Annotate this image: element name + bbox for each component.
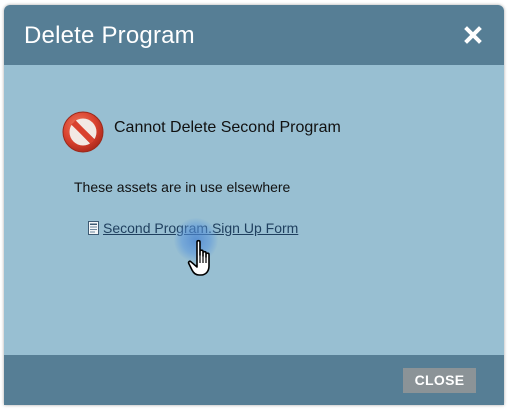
error-heading: Cannot Delete Second Program	[114, 119, 341, 136]
dialog-header: Delete Program	[4, 5, 504, 65]
in-use-message: These assets are in use elsewhere	[74, 179, 291, 195]
dialog-title: Delete Program	[24, 22, 195, 49]
dialog-body: Cannot Delete Second Program These asset…	[4, 65, 504, 355]
dialog-footer: CLOSE	[4, 355, 504, 405]
prohibited-icon	[61, 110, 105, 154]
form-document-icon	[88, 221, 99, 235]
close-x-icon[interactable]	[462, 24, 484, 46]
delete-program-dialog: Delete Program Cannot Delete Second Prog…	[4, 5, 504, 405]
hand-pointer-cursor-icon	[187, 239, 221, 279]
close-button[interactable]: CLOSE	[403, 368, 476, 393]
